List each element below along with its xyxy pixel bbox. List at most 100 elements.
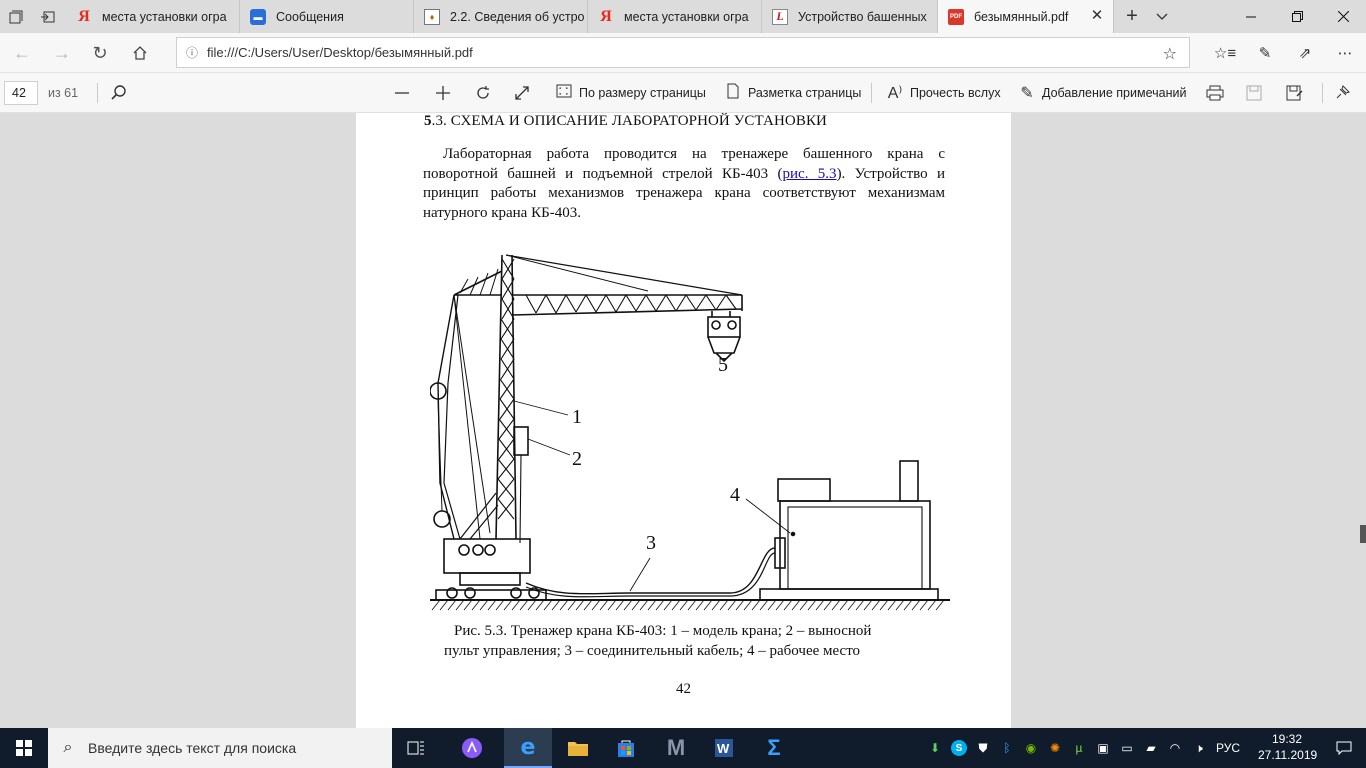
fit-page-icon — [553, 84, 575, 103]
utorrent-tray-icon[interactable]: µ — [1069, 738, 1089, 758]
add-notes-button[interactable]: ✎ Добавление примечаний — [1016, 79, 1186, 107]
figure-label-1: 1 — [572, 406, 582, 428]
zoom-out-icon[interactable] — [393, 79, 411, 107]
taskbar-search-field[interactable]: ⌕ Введите здесь текст для поиска — [48, 728, 392, 768]
read-aloud-button[interactable]: A⁾ Прочесть вслух — [884, 79, 1001, 107]
tab-label: безымянный.pdf — [974, 9, 1069, 24]
battery-tray-icon[interactable]: ▰ — [1141, 738, 1161, 758]
favorite-star-icon[interactable]: ☆ — [1163, 44, 1177, 64]
search-placeholder: Введите здесь текст для поиска — [88, 740, 297, 756]
shield-tray-icon[interactable]: ⛊ — [973, 738, 993, 758]
search-icon: ⌕ — [63, 739, 73, 756]
avast-tray-icon[interactable]: ✺ — [1045, 738, 1065, 758]
home-icon[interactable] — [120, 37, 160, 69]
pdf-viewer[interactable]: 5.3. СХЕМА И ОПИСАНИЕ ЛАБОРАТОРНОЙ УСТАН… — [0, 113, 1366, 728]
language-indicator[interactable]: РУС — [1216, 741, 1240, 755]
tab-label: Сообщения — [276, 9, 344, 24]
figure-label-2: 2 — [572, 448, 582, 470]
close-tab-icon[interactable]: ✕ — [1089, 8, 1105, 24]
bluetooth-tray-icon[interactable]: ᛒ — [997, 738, 1017, 758]
fit-page-button[interactable]: По размеру страницы — [553, 79, 706, 107]
zoom-in-icon[interactable] — [434, 79, 452, 107]
tab-6-active[interactable]: PDF безымянный.pdf ✕ — [938, 0, 1114, 33]
volume-tray-icon[interactable]: 🕨 — [1189, 738, 1209, 758]
forward-icon[interactable]: → — [42, 37, 82, 69]
pin-toolbar-icon[interactable] — [1334, 79, 1350, 107]
divider — [1322, 83, 1323, 103]
page-number-input[interactable]: 42 — [4, 81, 38, 105]
edge-browser-icon[interactable]: e — [504, 728, 552, 768]
figure-label-5: 5 — [718, 354, 728, 376]
tab-actions-icon[interactable] — [0, 0, 32, 33]
fullscreen-icon[interactable] — [513, 79, 531, 107]
close-window-icon[interactable] — [1320, 0, 1366, 33]
sigma-app-icon[interactable]: Σ — [750, 728, 798, 768]
caption-line-1: Рис. 5.3. Тренажер крана КБ-403: 1 – мод… — [454, 623, 872, 639]
mathcad-icon[interactable]: M — [652, 728, 700, 768]
wifi-tray-icon[interactable]: ◠ — [1165, 738, 1185, 758]
alice-assistant-icon[interactable] — [448, 728, 496, 768]
windows-start-icon[interactable] — [0, 728, 48, 768]
tab-1[interactable]: Я места установки огра — [66, 0, 240, 33]
tab-2[interactable]: ▬ Сообщения — [240, 0, 414, 33]
share-icon[interactable]: ⇗ — [1286, 37, 1324, 69]
favorites-hub-icon[interactable]: ☆≡ — [1206, 37, 1244, 69]
yandex-icon: Я — [600, 7, 612, 25]
nvidia-tray-icon[interactable]: ◉ — [1021, 738, 1041, 758]
tab-4[interactable]: Я места установки огра — [588, 0, 762, 33]
tab-bar: Я места установки огра ▬ Сообщения ♦ 2.2… — [0, 0, 1366, 33]
read-aloud-label: Прочесть вслух — [910, 86, 1001, 100]
crane-figure: 1 2 3 4 5 — [430, 254, 950, 611]
save-icon[interactable] — [1246, 79, 1262, 107]
caption-line-2: пульт управления; 3 – соединительный каб… — [444, 643, 861, 659]
skype-tray-icon[interactable]: S — [949, 738, 969, 758]
word-icon[interactable]: W — [700, 728, 748, 768]
address-bar: ← → ↻ ⓘ file:///C:/Users/User/Desktop/бе… — [0, 33, 1366, 73]
tab-3[interactable]: ♦ 2.2. Сведения об устро — [414, 0, 588, 33]
tablet-tray-icon[interactable]: ▭ — [1117, 738, 1137, 758]
info-icon[interactable]: ⓘ — [177, 44, 207, 61]
page-layout-button[interactable]: Разметка страницы — [722, 79, 861, 107]
restore-icon[interactable] — [1274, 0, 1320, 33]
action-center-icon[interactable] — [1322, 728, 1366, 768]
web-notes-icon[interactable]: ✎ — [1246, 37, 1284, 69]
new-tab-icon[interactable]: + — [1116, 0, 1148, 33]
divider — [97, 83, 98, 103]
paragraph: Лабораторная работа проводится на тренаж… — [423, 145, 945, 223]
set-aside-tabs-icon[interactable] — [32, 0, 64, 33]
file-explorer-icon[interactable] — [554, 728, 602, 768]
figure-link[interactable]: рис. 5.3 — [783, 166, 837, 182]
rotate-icon[interactable] — [474, 79, 492, 107]
task-view-icon[interactable] — [392, 728, 440, 768]
minimize-icon[interactable] — [1228, 0, 1274, 33]
download-tray-icon[interactable]: ⬇ — [925, 738, 945, 758]
app-tray-icon[interactable]: ▣ — [1093, 738, 1113, 758]
url-text: file:///C:/Users/User/Desktop/безымянный… — [207, 45, 473, 60]
figure-label-3: 3 — [646, 532, 656, 554]
store-icon[interactable] — [602, 728, 650, 768]
tab-preview-chevron-icon[interactable] — [1146, 0, 1178, 33]
search-icon[interactable] — [110, 79, 128, 107]
tab-5[interactable]: L Устройство башенных — [762, 0, 938, 33]
yandex-icon: Я — [78, 7, 90, 25]
taskbar: ⌕ Введите здесь текст для поиска e M W Σ… — [0, 728, 1366, 768]
section-heading: 5.3. СХЕМА И ОПИСАНИЕ ЛАБОРАТОРНОЙ УСТАН… — [424, 113, 827, 130]
clock-time: 19:32 — [1271, 732, 1303, 746]
site-l-icon: L — [772, 8, 788, 25]
scrollbar-thumb[interactable] — [1360, 525, 1366, 543]
divider — [871, 83, 872, 103]
add-notes-label: Добавление примечаний — [1042, 86, 1187, 100]
tab-label: места установки огра — [624, 9, 749, 24]
svg-text:W: W — [717, 741, 730, 756]
save-as-icon[interactable] — [1286, 79, 1304, 107]
clock[interactable]: 19:32 27.11.2019 — [1258, 731, 1318, 763]
clock-date: 27.11.2019 — [1258, 748, 1318, 762]
url-field[interactable]: ⓘ file:///C:/Users/User/Desktop/безымянн… — [176, 37, 1190, 68]
more-menu-icon[interactable]: ⋯ — [1326, 37, 1364, 69]
print-icon[interactable] — [1206, 79, 1224, 107]
figure-label-4: 4 — [730, 484, 740, 506]
back-icon[interactable]: ← — [2, 37, 42, 69]
refresh-icon[interactable]: ↻ — [80, 37, 120, 69]
tab-label: места установки огра — [102, 9, 227, 24]
document-icon: ♦ — [424, 8, 440, 25]
